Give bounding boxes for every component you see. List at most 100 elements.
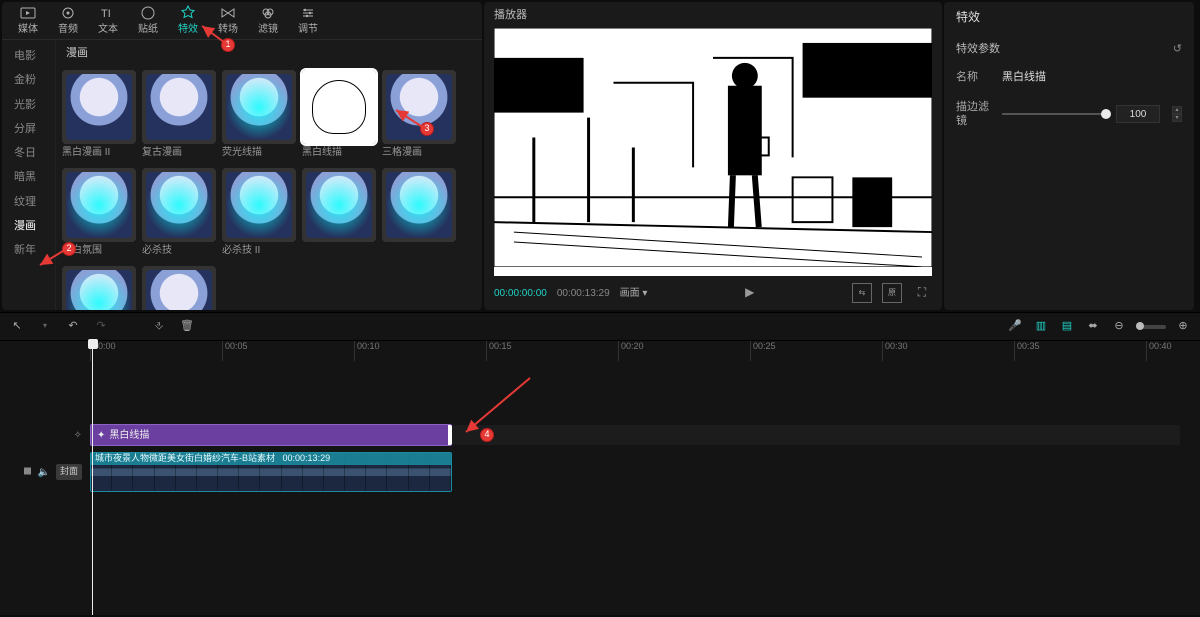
effect-thumb-4[interactable] <box>382 70 456 144</box>
ruler-tick: 00:10 <box>354 341 380 361</box>
effect-label-5: 告白氛围 <box>62 244 136 260</box>
magnet-icon[interactable]: ▥ <box>1032 318 1050 336</box>
effect-label-4: 三格漫画 <box>382 146 456 162</box>
delete-icon[interactable]: 🗑 <box>178 318 196 336</box>
mute-icon[interactable]: 🔈 <box>38 466 50 479</box>
effect-label-7: 必杀技 II <box>222 244 296 260</box>
effect-label-2: 荧光线描 <box>222 146 296 162</box>
effects-grid: 黑白漫画 II复古漫画荧光线描黑白线描三格漫画告白氛围必杀技必杀技 II <box>56 66 482 310</box>
effect-thumb-5[interactable] <box>62 168 136 242</box>
cat-texture[interactable]: 纹理 <box>2 190 55 214</box>
tab-filter[interactable]: 滤镜 <box>248 3 288 39</box>
video-lane: ⯀ 🔈 封面 城市夜景人物微距美女街白婚纱汽车-B站素材 00:00:13:29 <box>0 452 1200 492</box>
params-title: 特效参数 <box>956 42 1000 56</box>
tab-transition[interactable]: 转场 <box>208 3 248 39</box>
step-up[interactable]: ▴ <box>1172 106 1182 114</box>
cat-newyear[interactable]: 新年 <box>2 238 55 262</box>
redo-icon[interactable]: ↷ <box>92 318 110 336</box>
cat-split[interactable]: 分屏 <box>2 117 55 141</box>
reset-icon[interactable]: ↺ <box>1173 42 1182 56</box>
ruler-tick: 00:35 <box>1014 341 1040 361</box>
slider-label: 描边滤镜 <box>956 100 992 129</box>
effect-thumb-3[interactable] <box>302 70 376 144</box>
aspect-menu[interactable]: 画面 ▾ <box>620 287 648 300</box>
edge-slider[interactable] <box>1002 106 1106 122</box>
lock-icon[interactable]: ⯀ <box>24 466 32 479</box>
ruler-tick: 00:15 <box>486 341 512 361</box>
cat-movie[interactable]: 电影 <box>2 44 55 68</box>
playhead[interactable] <box>92 341 93 615</box>
tab-text[interactable]: TI文本 <box>88 3 128 39</box>
cat-goldpowder[interactable]: 金粉 <box>2 68 55 92</box>
tab-adjust[interactable]: 调节 <box>288 3 328 39</box>
tab-effects[interactable]: 特效 <box>168 3 208 39</box>
effects-library-panel: 媒体 音频 TI文本 贴纸 特效 转场 滤镜 调节 电影 金粉 光影 分屏 冬日… <box>2 2 482 310</box>
pointer-tool[interactable]: ↖ <box>8 318 26 336</box>
effect-thumb-6[interactable] <box>142 168 216 242</box>
effect-thumb-0[interactable] <box>62 70 136 144</box>
fullscreen-icon[interactable]: ⛶ <box>912 283 932 303</box>
align-icon[interactable]: ⬌ <box>1084 318 1102 336</box>
effect-thumb-9[interactable] <box>382 168 456 242</box>
ruler-tick: 00:25 <box>750 341 776 361</box>
effect-thumb-10[interactable] <box>62 266 136 310</box>
cover-tag[interactable]: 封面 <box>56 464 82 480</box>
link-icon[interactable]: ▤ <box>1058 318 1076 336</box>
section-title: 漫画 <box>56 40 482 66</box>
play-button[interactable]: ▶ <box>740 283 760 303</box>
zoom-out-icon[interactable]: ⊖ <box>1110 318 1128 336</box>
name-value: 黑白线描 <box>1002 70 1046 84</box>
effect-clip[interactable]: ✦ 黑白线描 <box>90 424 452 446</box>
timecode-current: 00:00:00:00 <box>494 287 547 300</box>
cat-dark[interactable]: 暗黑 <box>2 165 55 189</box>
effect-thumb-8[interactable] <box>302 168 376 242</box>
tab-sticker[interactable]: 贴纸 <box>128 3 168 39</box>
effect-label-8 <box>302 244 376 260</box>
timeline-panel: ↖ ▾ ↶ ↷ ⎀ 🗑 🎤 ▥ ▤ ⬌ ⊖ ⊕ 00:0000:0500:100… <box>0 312 1200 615</box>
properties-title: 特效 <box>956 10 1182 26</box>
effect-thumb-11[interactable] <box>142 266 216 310</box>
cat-comic[interactable]: 漫画 <box>2 214 55 238</box>
slider-value[interactable]: 100 <box>1116 105 1160 123</box>
video-clip[interactable]: 城市夜景人物微距美女街白婚纱汽车-B站素材 00:00:13:29 <box>90 452 452 492</box>
effect-thumb-1[interactable] <box>142 70 216 144</box>
player-title: 播放器 <box>484 2 942 28</box>
ruler-tick: 00:30 <box>882 341 908 361</box>
split-icon[interactable]: ⎀ <box>150 318 168 336</box>
ruler-tick: 00:20 <box>618 341 644 361</box>
video-clip-duration: 00:00:13:29 <box>283 453 331 463</box>
effect-label-0: 黑白漫画 II <box>62 146 136 162</box>
effect-label-9 <box>382 244 456 260</box>
svg-text:TI: TI <box>101 8 111 20</box>
pointer-dropdown[interactable]: ▾ <box>36 318 54 336</box>
preview-viewport[interactable] <box>494 28 932 276</box>
time-ruler[interactable]: 00:0000:0500:1000:1500:2000:2500:3000:35… <box>90 341 1200 361</box>
undo-icon[interactable]: ↶ <box>64 318 82 336</box>
category-list: 电影 金粉 光影 分屏 冬日 暗黑 纹理 漫画 新年 <box>2 40 56 310</box>
name-label: 名称 <box>956 70 992 84</box>
cat-light[interactable]: 光影 <box>2 93 55 117</box>
effect-lane-icon[interactable]: ✧ <box>74 429 82 442</box>
effect-thumb-2[interactable] <box>222 70 296 144</box>
effect-label-6: 必杀技 <box>142 244 216 260</box>
step-down[interactable]: ▾ <box>1172 114 1182 122</box>
effect-lane: ✧ ✦ 黑白线描 <box>0 422 1200 448</box>
cat-winter[interactable]: 冬日 <box>2 141 55 165</box>
tab-media[interactable]: 媒体 <box>8 3 48 39</box>
player-panel: 播放器 00:00:00 <box>484 2 942 310</box>
zoom-in-icon[interactable]: ⊕ <box>1174 318 1192 336</box>
sparkle-icon: ✦ <box>97 429 105 442</box>
ruler-tick: 00:40 <box>1146 341 1172 361</box>
effect-thumb-7[interactable] <box>222 168 296 242</box>
tab-audio[interactable]: 音频 <box>48 3 88 39</box>
compare-icon[interactable]: ⇆ <box>852 283 872 303</box>
ratio-icon[interactable]: 原 <box>882 283 902 303</box>
mic-icon[interactable]: 🎤 <box>1006 318 1024 336</box>
effect-clip-label: 黑白线描 <box>109 429 149 442</box>
video-clip-title: 城市夜景人物微距美女街白婚纱汽车-B站素材 <box>95 453 275 463</box>
properties-panel: 特效 特效参数 ↺ 名称 黑白线描 描边滤镜 100 ▴▾ <box>944 2 1194 310</box>
library-tabs: 媒体 音频 TI文本 贴纸 特效 转场 滤镜 调节 <box>2 2 482 40</box>
effect-label-1: 复古漫画 <box>142 146 216 162</box>
timecode-duration: 00:00:13:29 <box>557 287 610 300</box>
zoom-slider[interactable] <box>1136 325 1166 329</box>
